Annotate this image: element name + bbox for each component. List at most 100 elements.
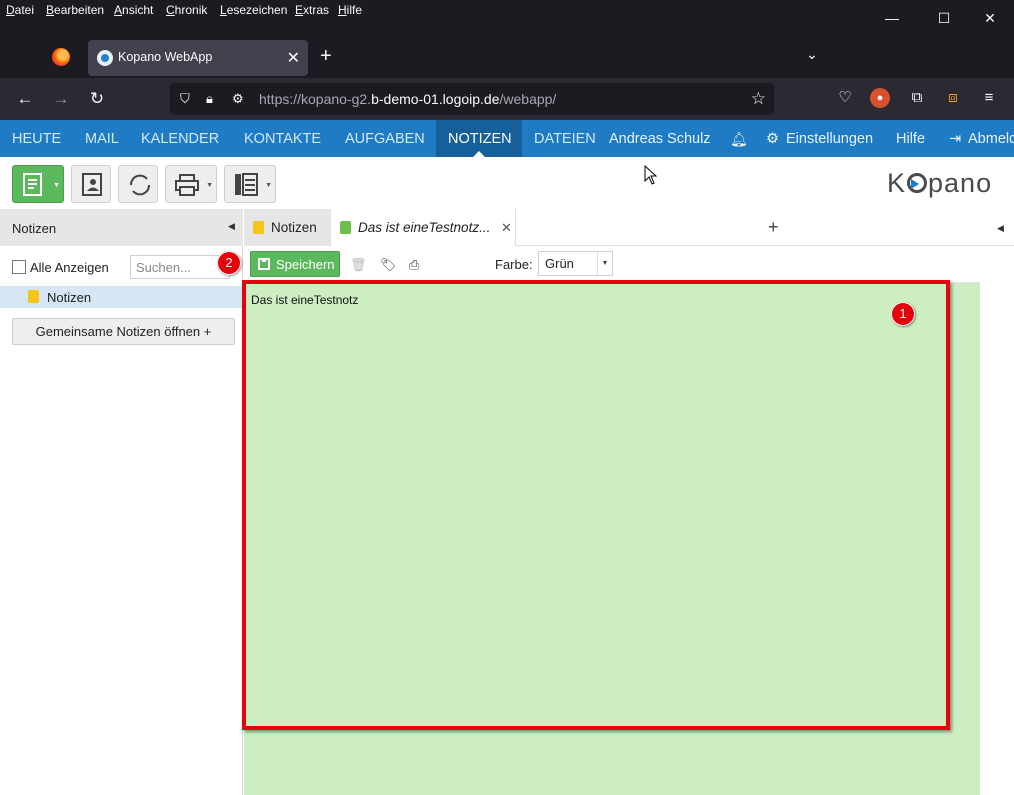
note-text[interactable]: Das ist eineTestnotz (251, 293, 358, 307)
extensions-icon[interactable]: ⧉ (907, 88, 927, 108)
permissions-icon[interactable]: ⚙︎ (232, 91, 244, 107)
url-text[interactable]: https://kopano-g2.b-demo-01.logoip.de/we… (259, 91, 556, 107)
print-button[interactable]: ▼ (165, 165, 217, 203)
minimize-button[interactable]: — (882, 8, 902, 28)
firefox-menubar: Datei Bearbeiten Ansicht Chronik Lesezei… (0, 0, 1014, 22)
color-label: Farbe: (495, 257, 533, 272)
sidebar-header: Notizen ◀ (0, 209, 243, 246)
bookmark-star-icon[interactable]: ☆ (751, 89, 766, 109)
nav-notizen[interactable]: NOTIZEN (448, 131, 512, 147)
notes-folder-icon (28, 290, 39, 303)
tab-notizen-list[interactable]: Notizen (244, 209, 330, 246)
main-toolbar: ▼ ▼ ▼ K pano (0, 157, 1014, 209)
color-select[interactable]: Grün ▼ (538, 251, 613, 276)
note-icon (340, 221, 351, 234)
notes-icon (253, 221, 264, 234)
nav-kontakte[interactable]: KONTAKTE (244, 131, 321, 147)
content-tab-bar: Notizen Das ist eineTestnotz... ✕ + (244, 209, 1014, 246)
delete-icon[interactable]: 🗑︎ (350, 257, 367, 273)
search-input[interactable]: Suchen... (130, 255, 230, 279)
collapse-sidebar-icon[interactable]: ◀ (228, 221, 235, 232)
maximize-button[interactable]: ☐ (934, 8, 954, 28)
layout-icon (235, 173, 258, 196)
nav-aufgaben[interactable]: AUFGABEN (345, 131, 425, 147)
url-bar[interactable]: ⛉ 🔒︎ ⚙︎ https://kopano-g2.b-demo-01.logo… (170, 83, 774, 115)
user-name[interactable]: Andreas Schulz (609, 131, 711, 147)
settings-link[interactable]: Einstellungen (786, 131, 873, 147)
save-button[interactable]: Speichern (250, 251, 340, 277)
nav-kalender[interactable]: KALENDER (141, 131, 219, 147)
note-icon (23, 173, 42, 196)
note-editor-toolbar: Speichern 🗑︎ 🏷︎ ⎙ Farbe: Grün ▼ (244, 247, 980, 283)
new-note-button[interactable]: ▼ (12, 165, 64, 203)
address-book-button[interactable] (71, 165, 111, 203)
kopano-logo: Kpano (887, 168, 993, 198)
bell-icon[interactable]: 🔔︎ (730, 131, 748, 148)
chevron-down-icon[interactable]: ▼ (597, 252, 612, 275)
view-layout-button[interactable]: ▼ (224, 165, 276, 203)
reload-button[interactable]: ↻ (86, 88, 108, 110)
close-window-button[interactable]: ✕ (980, 8, 1000, 28)
refresh-button[interactable] (118, 165, 158, 203)
logout-icon[interactable]: ⇥ (949, 131, 961, 147)
pocket-icon[interactable]: ♡ (835, 88, 855, 108)
refresh-icon (129, 174, 151, 196)
menu-datei[interactable]: Datei (6, 3, 34, 17)
save-label: Speichern (276, 257, 335, 272)
show-all-checkbox[interactable] (12, 260, 26, 274)
notes-sidebar: Notizen ◀ Alle Anzeigen Suchen... Notize… (0, 209, 243, 795)
show-all-label[interactable]: Alle Anzeigen (30, 260, 109, 275)
chevron-down-icon[interactable]: ▼ (206, 182, 213, 189)
tab-label: Das ist eineTestnotz... (358, 220, 491, 235)
right-gutter (980, 247, 1014, 795)
menu-hilfe[interactable]: Hilfe (338, 3, 362, 17)
back-button[interactable]: ← (14, 88, 36, 110)
tab-label: Notizen (271, 220, 317, 235)
gear-icon[interactable]: ⚙ (766, 131, 779, 147)
hamburger-menu-icon[interactable]: ≡ (979, 88, 999, 108)
sidebar-title: Notizen (12, 221, 57, 236)
browser-navbar: ← → ↻ ⛉ 🔒︎ ⚙︎ https://kopano-g2.b-demo-0… (0, 78, 1014, 120)
menu-extras[interactable]: Extras (295, 3, 329, 17)
menu-bearbeiten[interactable]: Bearbeiten (46, 3, 104, 17)
browser-tab-title: Kopano WebApp (118, 50, 213, 64)
annotation-badge-2: 2 (217, 251, 241, 275)
mouse-cursor-icon (644, 165, 658, 185)
tab-note-edit[interactable]: Das ist eineTestnotz... ✕ (330, 209, 516, 246)
logout-link[interactable]: Abmelden (968, 131, 1014, 147)
add-tab-button[interactable]: + (768, 217, 779, 238)
print-icon[interactable]: ⎙ (409, 257, 419, 273)
firefox-view-icon[interactable] (52, 48, 70, 66)
nav-mail[interactable]: MAIL (85, 131, 119, 147)
chevron-down-icon[interactable]: ▼ (265, 182, 272, 189)
menu-chronik[interactable]: Chronik (166, 3, 207, 17)
nav-heute[interactable]: HEUTE (12, 131, 61, 147)
tag-icon[interactable]: 🏷︎ (380, 257, 397, 273)
main-navigation: HEUTE MAIL KALENDER KONTAKTE AUFGABEN NO… (0, 120, 1014, 157)
close-tab-icon[interactable]: ✕ (501, 220, 512, 236)
folder-label: Notizen (47, 290, 92, 305)
sidebar-item-notizen[interactable]: Notizen (0, 286, 243, 308)
color-value: Grün (545, 256, 574, 271)
menu-ansicht[interactable]: Ansicht (114, 3, 153, 17)
extension-avatar-icon[interactable]: ● (870, 88, 890, 108)
nav-dateien[interactable]: DATEIEN (534, 131, 596, 147)
chevron-down-icon[interactable]: ▼ (53, 182, 60, 189)
list-all-tabs-button[interactable]: ⌄ (806, 46, 818, 63)
menu-lesezeichen[interactable]: Lesezeichen (220, 3, 287, 17)
note-body-editor[interactable]: Das ist eineTestnotz (244, 283, 980, 795)
browser-tab-kopano[interactable]: Kopano WebApp ✕ (88, 40, 308, 76)
multi-account-icon[interactable]: ⧈ (943, 88, 963, 108)
printer-icon (175, 174, 199, 196)
annotation-badge-1: 1 (891, 302, 915, 326)
open-shared-notes-button[interactable]: Gemeinsame Notizen öffnen + (12, 318, 235, 345)
shield-icon[interactable]: ⛉ (180, 91, 190, 107)
lock-icon[interactable]: 🔒︎ (206, 91, 213, 107)
forward-button[interactable]: → (50, 88, 72, 110)
kopano-favicon-icon (97, 50, 113, 66)
collapse-right-panel-icon[interactable]: ◀ (997, 223, 1004, 234)
kopano-webapp: HEUTE MAIL KALENDER KONTAKTE AUFGABEN NO… (0, 120, 1014, 795)
close-tab-icon[interactable]: ✕ (287, 48, 300, 68)
new-tab-button[interactable]: + (320, 46, 332, 66)
help-link[interactable]: Hilfe (896, 131, 925, 147)
